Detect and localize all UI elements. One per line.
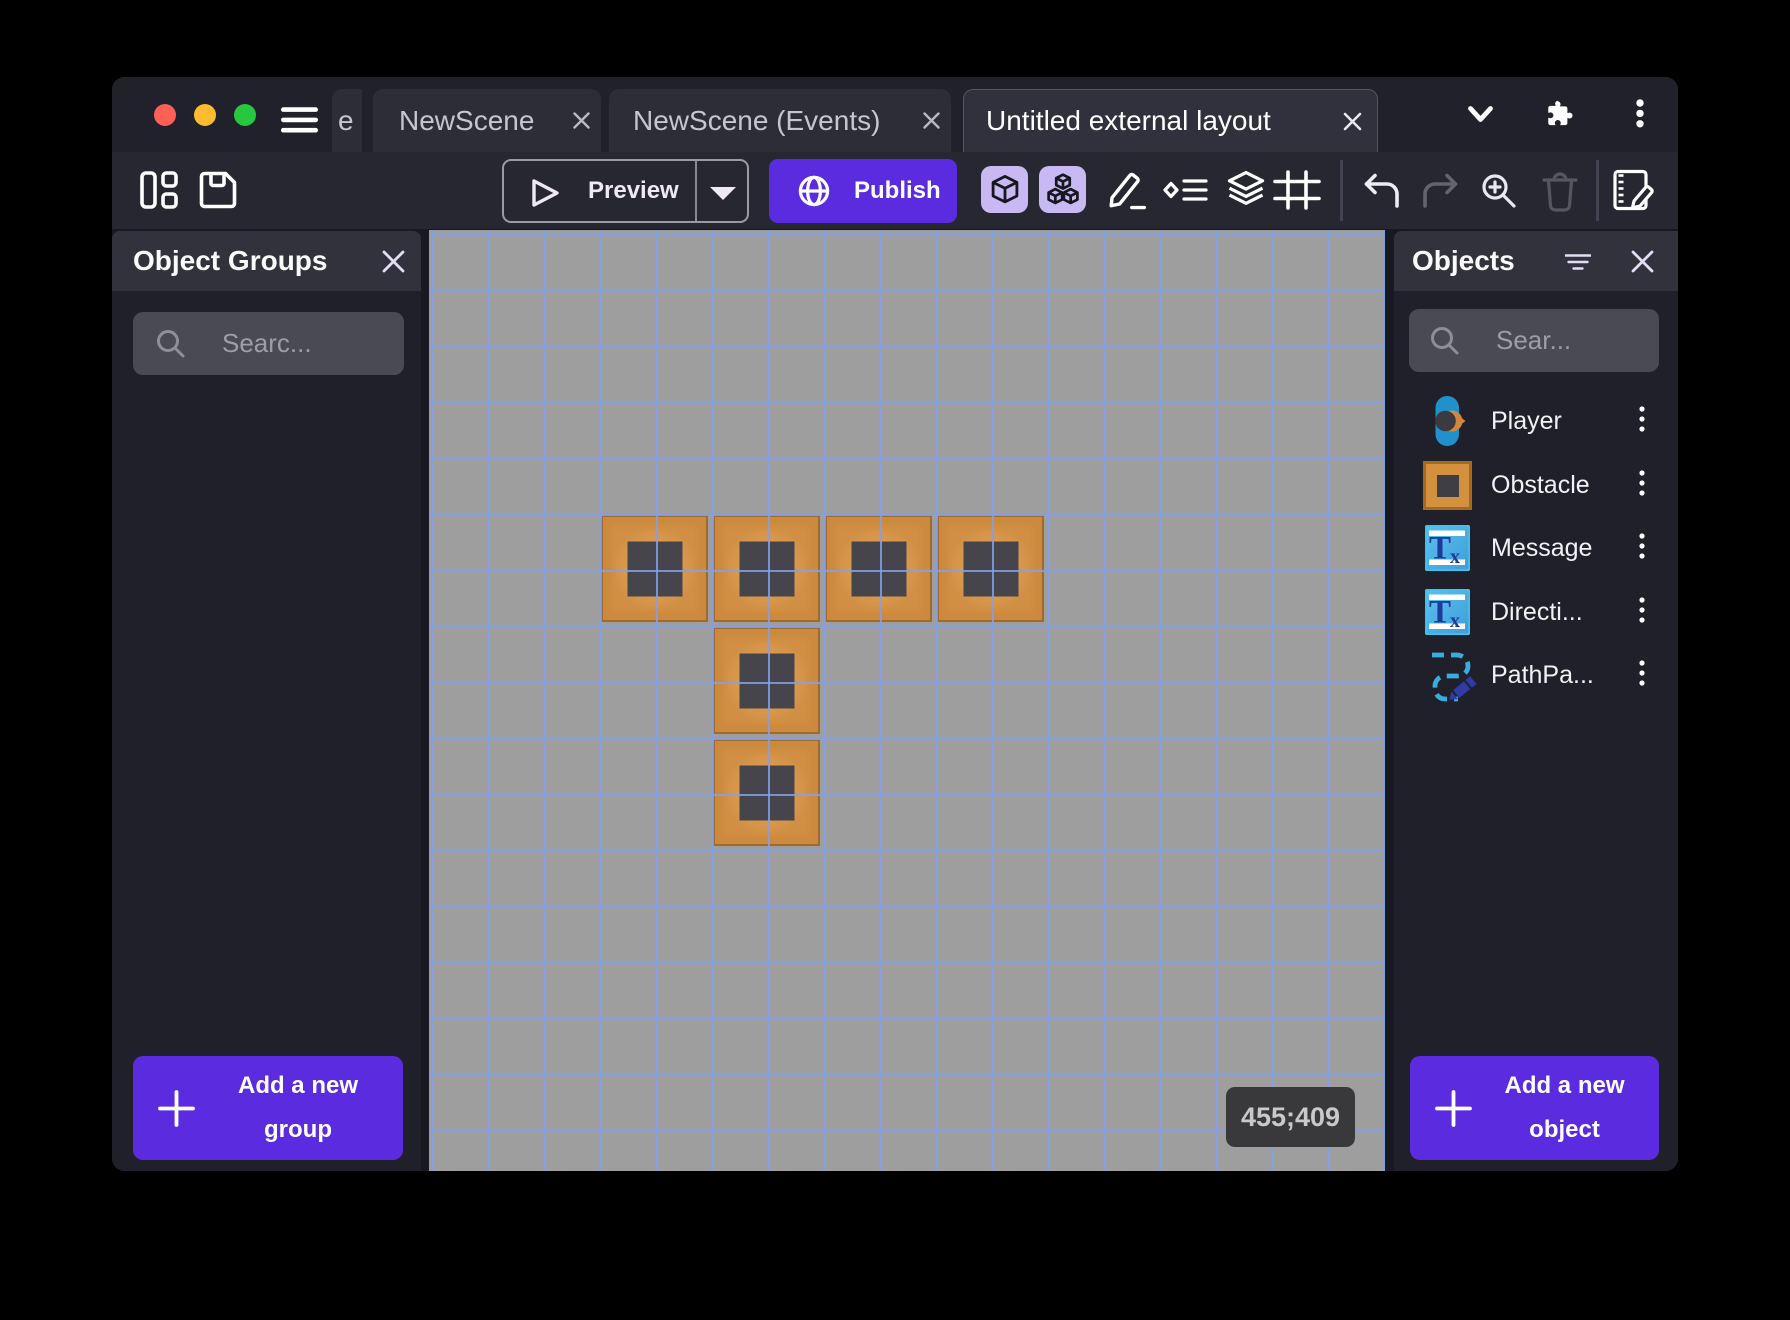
svg-text:T: T [1429,531,1451,567]
svg-text:x: x [1450,610,1460,632]
svg-text:x: x [1450,546,1460,568]
svg-text:T: T [1429,595,1451,631]
